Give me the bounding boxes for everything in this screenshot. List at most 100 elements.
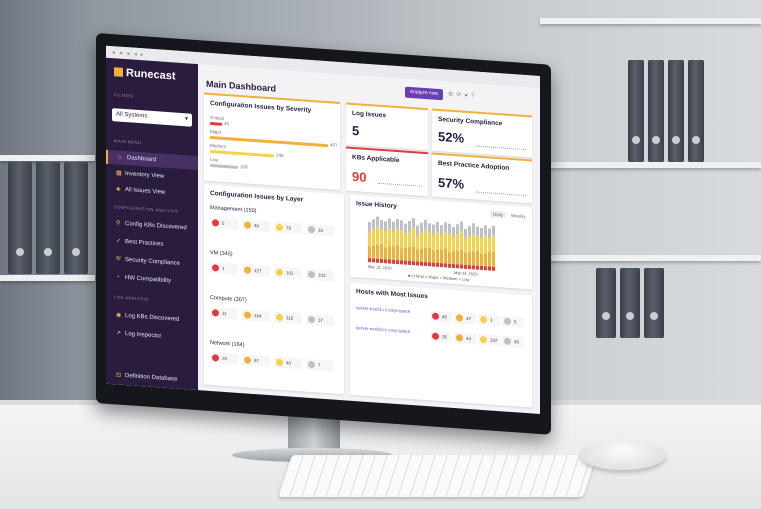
history-bar-segment (492, 251, 495, 267)
severity-count-low[interactable]: 103 (306, 268, 334, 282)
severity-count-medium[interactable]: 79 (274, 221, 302, 235)
severity-count-medium[interactable]: 40 (274, 356, 302, 370)
config-analysis-label: CONFIGURATION ANALYSIS (114, 204, 179, 214)
history-bar-segment (424, 247, 427, 263)
host-severity-major[interactable]: 44 (454, 332, 476, 345)
severity-count-critical[interactable]: 11 (210, 306, 238, 320)
history-bar-segment (492, 235, 495, 252)
severity-count: 102 (286, 270, 294, 276)
sidebar-item-log-kbs[interactable]: ◉ Log KBs Discovered (106, 308, 198, 328)
binder (36, 162, 60, 274)
history-bar-segment (440, 225, 443, 236)
security-compliance-card[interactable]: Security Compliance 52% (432, 108, 532, 158)
history-bar-segment (380, 219, 383, 231)
history-bar-segment (388, 246, 391, 260)
severity-count-major[interactable]: 164 (242, 309, 270, 323)
layer-row[interactable]: VM (345) 1 127 102 103 (210, 250, 336, 289)
history-bar-segment (432, 250, 435, 263)
history-bar-segment (388, 218, 391, 229)
history-bar-segment (420, 248, 423, 262)
host-severity-critical[interactable]: 45 (430, 310, 452, 323)
severity-count-major[interactable]: 97 (242, 354, 270, 368)
sparkline (378, 172, 422, 187)
shelf-right-mid (540, 162, 761, 168)
sparkline (476, 181, 526, 197)
history-bar-segment (416, 261, 419, 266)
system-select[interactable]: All Systems ▾ (112, 108, 192, 127)
history-bar-segment (368, 258, 371, 263)
severity-value: 45 (224, 120, 230, 127)
toggle-weekly[interactable]: Weekly (508, 212, 529, 220)
sidebar-item-definition-database[interactable]: ⊟ Definition Database (106, 368, 198, 388)
severity-count-critical[interactable]: 5 (210, 216, 238, 230)
history-bar-segment (416, 249, 419, 262)
history-bar-segment (464, 264, 467, 269)
history-bar-segment (456, 264, 459, 269)
host-link[interactable]: server-esx02.rc.corp.space (356, 325, 426, 335)
history-bar-segment (464, 238, 467, 253)
history-bar-segment (420, 232, 423, 249)
page-title: Main Dashboard (206, 78, 277, 94)
severity-low-icon (308, 360, 315, 369)
sidebar-item-hw-compatibility[interactable]: ◔ HW Compatibility (106, 270, 198, 290)
severity-count: 20 (222, 355, 228, 362)
legend-swatch-icon: ■ (458, 276, 461, 282)
window-controls-icon[interactable]: ● ● ● ◂ ▸ (112, 49, 145, 58)
severity-value: 246 (276, 152, 284, 159)
app-logo[interactable]: Runecast (114, 66, 176, 83)
history-bar-segment (460, 221, 463, 232)
severity-count-major[interactable]: 46 (242, 219, 270, 233)
severity-count-low[interactable]: 16 (306, 223, 334, 237)
severity-count-medium[interactable]: 102 (274, 266, 302, 280)
layer-row[interactable]: Network (164) 20 97 40 7 (210, 340, 336, 379)
home-icon: ⌂ (118, 154, 122, 161)
monitor: ● ● ● ◂ ▸ Runecast FILTERS All Systems ▾ … (96, 33, 551, 435)
log-issues-card[interactable]: Log Issues 5 (346, 102, 428, 151)
history-bar-segment (380, 229, 383, 245)
host-severity-major[interactable]: 37 (454, 312, 476, 325)
layer-row[interactable]: Compute (307) 11 164 115 37 (210, 295, 336, 334)
kbs-applicable-card[interactable]: KBs Applicable 90 (346, 146, 428, 197)
severity-count: 5 (222, 220, 225, 226)
host-severity-low[interactable]: 45 (502, 335, 524, 348)
severity-count: 45 (442, 314, 448, 320)
sidebar-item-best-practices[interactable]: ✓ Best Practices (106, 234, 198, 254)
history-bar-segment (372, 229, 375, 246)
sidebar-item-log-inspector[interactable]: ↗ Log Inspector (106, 326, 198, 346)
history-bar-segment (448, 223, 451, 234)
best-practice-card[interactable]: Best Practice Adoption 57% (432, 152, 532, 204)
severity-count-major[interactable]: 127 (242, 264, 270, 278)
history-bar-segment (480, 265, 483, 271)
history-bar-segment (400, 260, 403, 265)
severity-count: 35 (442, 334, 448, 340)
severity-count-critical[interactable]: 1 (210, 261, 238, 275)
severity-count-low[interactable]: 7 (306, 358, 334, 372)
severity-count-medium[interactable]: 115 (274, 311, 302, 325)
history-bar-segment (412, 228, 415, 247)
severity-count: 46 (254, 223, 260, 229)
history-bar-segment (384, 231, 387, 248)
severity-count-low[interactable]: 37 (306, 313, 334, 327)
severity-count: 3 (490, 317, 493, 323)
host-link[interactable]: server-esx01.rc.corp.space (356, 305, 426, 315)
sidebar-item-security-compliance[interactable]: ⛨ Security Compliance (106, 252, 198, 272)
history-bar-segment (488, 238, 491, 253)
severity-medium-icon (276, 358, 283, 367)
history-bar-segment (488, 228, 491, 239)
analyze-now-button[interactable]: Analyze now (405, 86, 443, 101)
host-severity-critical[interactable]: 35 (430, 330, 452, 343)
severity-medium-icon (276, 223, 283, 232)
toolbar-icons[interactable]: ⚙⟳●? (448, 91, 477, 100)
severity-label: Low (210, 156, 219, 163)
host-severity-medium[interactable]: 102 (478, 333, 500, 347)
help-icon[interactable]: ? (471, 93, 477, 99)
history-bar-segment (448, 233, 451, 252)
binder (668, 60, 684, 162)
host-severity-medium[interactable]: 3 (478, 313, 500, 327)
toggle-daily[interactable]: Daily (490, 210, 507, 219)
sidebar-item-config-kbs[interactable]: ⚲ Config KBs Discovered (106, 216, 198, 236)
severity-count-critical[interactable]: 20 (210, 351, 238, 365)
severity-critical-icon (212, 264, 219, 272)
layer-row[interactable]: Management (150) 5 46 79 16 (210, 205, 336, 244)
host-severity-low[interactable]: 5 (502, 315, 524, 328)
